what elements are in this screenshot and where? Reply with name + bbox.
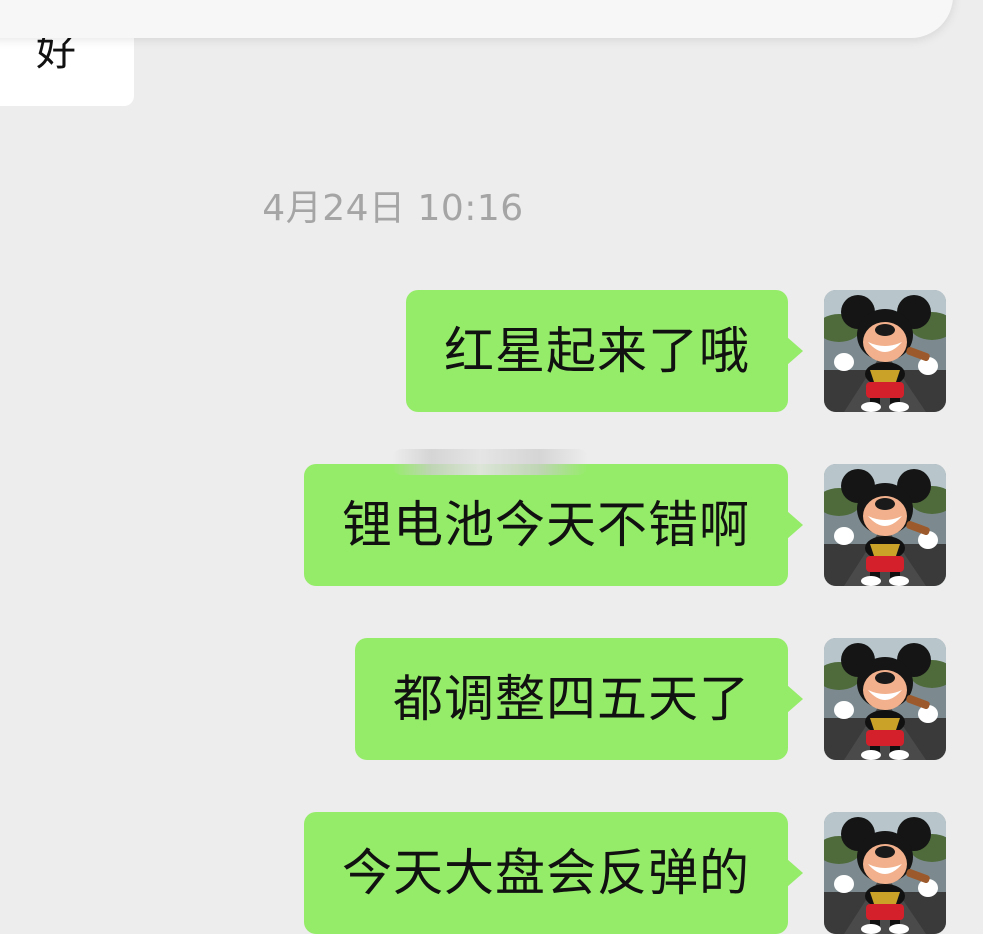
message-text: 锂电池今天不错啊 <box>342 496 750 554</box>
message-row: 今天大盘会反弹的 <box>0 812 983 934</box>
mickey-avatar-icon[interactable] <box>824 290 946 412</box>
outgoing-message-bubble[interactable]: 都调整四五天了 <box>355 638 803 760</box>
message-row: 都调整四五天了 <box>0 638 983 760</box>
message-text: 今天大盘会反弹的 <box>342 844 750 902</box>
top-sheet-panel <box>0 0 953 38</box>
blurred-overlay <box>392 449 588 475</box>
message-text: 红星起来了哦 <box>444 322 750 380</box>
mickey-avatar-icon[interactable] <box>824 638 946 760</box>
message-text: 都调整四五天了 <box>393 670 750 728</box>
outgoing-message-bubble[interactable]: 锂电池今天不错啊 <box>304 464 803 586</box>
chat-timestamp: 4月24日 10:16 <box>262 188 524 229</box>
outgoing-message-bubble[interactable]: 红星起来了哦 <box>406 290 803 412</box>
message-row: 红星起来了哦 <box>0 290 983 412</box>
mickey-avatar-icon[interactable] <box>824 464 946 586</box>
mickey-avatar-icon[interactable] <box>824 812 946 934</box>
message-row: 锂电池今天不错啊 <box>0 464 983 586</box>
outgoing-message-bubble[interactable]: 今天大盘会反弹的 <box>304 812 803 934</box>
